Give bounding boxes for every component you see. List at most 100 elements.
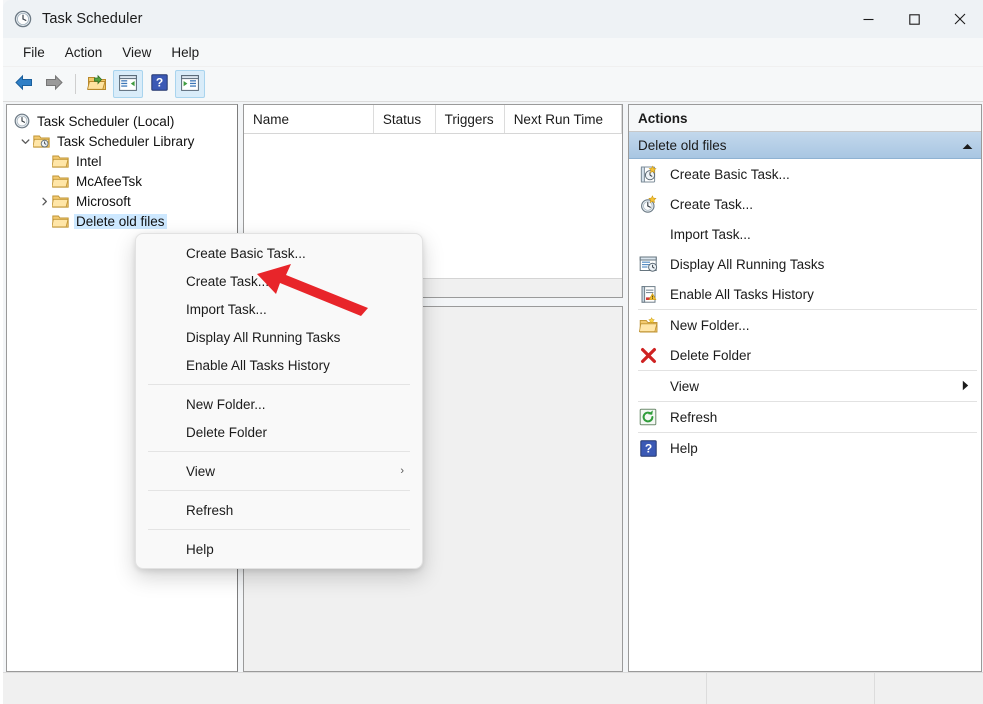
action-refresh[interactable]: Refresh [629,402,981,432]
tree-item-mcafeetsk[interactable]: McAfeeTsk [7,171,237,191]
svg-text:?: ? [155,76,162,90]
column-header-status[interactable]: Status [374,105,436,133]
actions-pane-title: Actions [629,105,981,132]
context-menu-item-import-task[interactable]: Import Task... [140,295,418,323]
tree-item-delete-old-files[interactable]: Delete old files [7,211,237,231]
column-header-triggers[interactable]: Triggers [436,105,505,133]
actions-group-label: Delete old files [638,138,962,153]
no-icon [638,376,658,396]
up-one-level-button[interactable] [83,71,111,97]
forward-arrow-icon [44,74,64,94]
action-create-task[interactable]: Create Task... [629,189,981,219]
tree-item-label: McAfeeTsk [74,174,144,189]
title-bar: Task Scheduler [3,0,983,38]
create-basic-task-icon [638,164,658,184]
action-create-basic-task[interactable]: Create Basic Task... [629,159,981,189]
chevron-right-icon[interactable] [36,197,52,206]
task-list-header: Name Status Triggers Next Run Time [244,105,622,134]
context-menu-item-label: View [186,464,400,479]
folder-icon [52,193,69,210]
chevron-down-icon[interactable] [17,137,33,146]
context-menu-item-label: Delete Folder [186,425,404,440]
folder-icon [52,153,69,170]
status-bar-segment-2 [707,673,875,704]
action-label: Create Basic Task... [670,167,981,182]
forward-button[interactable] [40,71,68,97]
context-menu-item-create-task[interactable]: Create Task... [140,267,418,295]
context-menu-item-label: Import Task... [186,302,404,317]
toolbar-separator [75,74,76,94]
action-new-folder[interactable]: New Folder... [629,310,981,340]
action-label: New Folder... [670,318,981,333]
folder-clock-icon [33,133,50,150]
folder-icon [52,173,69,190]
tree-item-label: Task Scheduler Library [55,134,196,149]
enable-history-icon [638,284,658,304]
context-menu-item-refresh[interactable]: Refresh [140,496,418,524]
show-hide-console-tree-button[interactable] [113,70,143,98]
minimize-button[interactable] [845,0,891,38]
maximize-button[interactable] [891,0,937,38]
back-arrow-icon [14,74,34,94]
back-button[interactable] [10,71,38,97]
context-menu-item-create-basic-task[interactable]: Create Basic Task... [140,239,418,267]
show-hide-action-pane-button[interactable] [175,70,205,98]
action-label: Refresh [670,410,981,425]
window-title: Task Scheduler [42,11,143,27]
new-folder-icon [638,315,658,335]
window-controls [845,0,983,38]
context-menu-item-enable-all-tasks-history[interactable]: Enable All Tasks History [140,351,418,379]
svg-text:?: ? [644,441,651,455]
context-menu-separator [148,490,410,491]
action-enable-all-tasks-history[interactable]: Enable All Tasks History [629,279,981,309]
refresh-icon [638,407,658,427]
help-button[interactable]: ? [145,71,173,97]
context-menu-item-label: Refresh [186,503,404,518]
action-label: Help [670,441,981,456]
close-button[interactable] [937,0,983,38]
context-menu: Create Basic Task... Create Task... Impo… [135,233,423,569]
menu-help[interactable]: Help [161,42,209,63]
action-label: Delete Folder [670,348,981,363]
actions-group-header[interactable]: Delete old files [629,132,981,159]
action-view[interactable]: View [629,371,981,401]
action-label: View [670,379,962,394]
tree-item-task-scheduler-local[interactable]: Task Scheduler (Local) [7,111,237,131]
console-tree-icon [119,75,137,94]
context-menu-item-new-folder[interactable]: New Folder... [140,390,418,418]
tree-item-microsoft[interactable]: Microsoft [7,191,237,211]
menu-view[interactable]: View [112,42,161,63]
status-bar-segment-3 [875,673,983,704]
menu-file[interactable]: File [13,42,55,63]
action-import-task[interactable]: Import Task... [629,219,981,249]
action-label: Enable All Tasks History [670,287,981,302]
tree-item-task-scheduler-library[interactable]: Task Scheduler Library [7,131,237,151]
chevron-up-icon[interactable] [962,138,973,153]
folder-up-icon [87,74,107,95]
menu-action[interactable]: Action [55,42,113,63]
actions-pane: Actions Delete old files [628,104,982,672]
context-menu-item-view[interactable]: View › [140,457,418,485]
menu-bar: File Action View Help [3,38,983,67]
context-menu-separator [148,384,410,385]
context-menu-item-display-all-running-tasks[interactable]: Display All Running Tasks [140,323,418,351]
column-header-name[interactable]: Name [244,105,374,133]
context-menu-item-help[interactable]: Help [140,535,418,563]
action-help[interactable]: ? Help [629,433,981,463]
create-task-icon [638,194,658,214]
action-label: Create Task... [670,197,981,212]
triangle-right-icon [962,380,969,393]
context-menu-item-label: Create Task... [186,274,404,289]
context-menu-separator [148,529,410,530]
tree-item-label: Intel [74,154,104,169]
action-delete-folder[interactable]: Delete Folder [629,340,981,370]
tree-item-label: Microsoft [74,194,133,209]
column-header-next-run-time[interactable]: Next Run Time [505,105,622,133]
tree-item-intel[interactable]: Intel [7,151,237,171]
context-menu-item-label: Help [186,542,404,557]
clock-icon [13,113,30,130]
context-menu-item-delete-folder[interactable]: Delete Folder [140,418,418,446]
action-display-all-running-tasks[interactable]: Display All Running Tasks [629,249,981,279]
delete-folder-icon [638,345,658,365]
toolbar: ? [3,67,983,102]
